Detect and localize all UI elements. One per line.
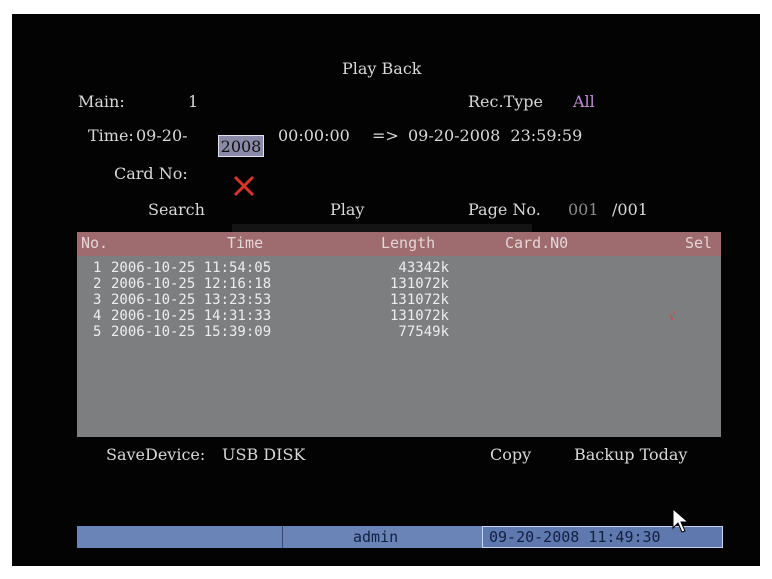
row-length: 131072k [389, 276, 449, 292]
page-total: /001 [612, 200, 648, 219]
start-date-field[interactable]: 09-20- [136, 126, 188, 146]
row-no: 4 [93, 308, 102, 324]
recording-table: No. Time Length Card.N0 Sel 1 2006-10-25 … [77, 232, 721, 437]
header-sel: Sel [685, 234, 713, 252]
table-row[interactable]: 1 2006-10-25 11:54:05 43342k [77, 260, 477, 276]
table-row[interactable]: 4 2006-10-25 14:31:33 131072k [77, 308, 477, 324]
status-datetime: 09-20-2008 11:49:30 [489, 528, 661, 546]
end-datetime-field[interactable]: 09-20-2008 23:59:59 [408, 126, 582, 146]
header-card-no: Card.N0 [505, 234, 569, 252]
page-current[interactable]: 001 [568, 200, 599, 220]
header-no: No. [81, 234, 109, 252]
status-user: admin [353, 528, 399, 546]
time-label: Time: [88, 126, 134, 145]
row-length: 77549k [398, 324, 449, 340]
header-time: Time [227, 234, 264, 252]
backup-today-button[interactable]: Backup Today [574, 445, 687, 465]
search-button[interactable]: Search [148, 200, 205, 220]
start-year-field[interactable]: 2008 [218, 135, 264, 157]
row-no: 1 [93, 260, 102, 276]
header-length: Length [381, 234, 436, 252]
save-device-value[interactable]: USB DISK [222, 445, 305, 465]
page-no-label: Page No. [468, 200, 541, 219]
main-label: Main: [78, 92, 125, 111]
row-time: 2006-10-25 14:31:33 [111, 308, 272, 324]
row-time: 2006-10-25 13:23:53 [111, 292, 272, 308]
x-mark-icon[interactable] [232, 174, 256, 198]
rec-type-label: Rec.Type [468, 92, 543, 111]
row-time: 2006-10-25 12:16:18 [111, 276, 272, 292]
row-length: 131072k [389, 308, 449, 324]
playback-screen: Play Back Main: 1 Rec.Type All Time: 09-… [12, 14, 760, 566]
row-length: 131072k [389, 292, 449, 308]
copy-button[interactable]: Copy [490, 445, 531, 465]
table-row[interactable]: 5 2006-10-25 15:39:09 77549k [77, 324, 477, 340]
page-title: Play Back [342, 59, 422, 78]
mouse-cursor-icon [672, 508, 690, 533]
selected-check-icon[interactable]: √ [669, 310, 676, 323]
row-no: 2 [93, 276, 102, 292]
row-length: 43342k [398, 260, 449, 276]
status-divider [282, 526, 283, 548]
row-no: 5 [93, 324, 102, 340]
table-row[interactable]: 2 2006-10-25 12:16:18 131072k [77, 276, 477, 292]
table-row[interactable]: 3 2006-10-25 13:23:53 131072k [77, 292, 477, 308]
play-button[interactable]: Play [330, 200, 364, 220]
rec-type-value[interactable]: All [573, 92, 595, 112]
card-no-label: Card No: [114, 164, 188, 183]
row-no: 3 [93, 292, 102, 308]
row-time: 2006-10-25 15:39:09 [111, 324, 272, 340]
time-range-arrow: => [372, 126, 399, 145]
row-time: 2006-10-25 11:54:05 [111, 260, 272, 276]
status-bar: admin 09-20-2008 11:49:30 [77, 526, 723, 548]
table-header: No. Time Length Card.N0 Sel [77, 232, 721, 256]
main-channel-value[interactable]: 1 [188, 92, 198, 112]
save-device-label: SaveDevice: [106, 445, 206, 464]
start-time-field[interactable]: 00:00:00 [278, 126, 350, 146]
